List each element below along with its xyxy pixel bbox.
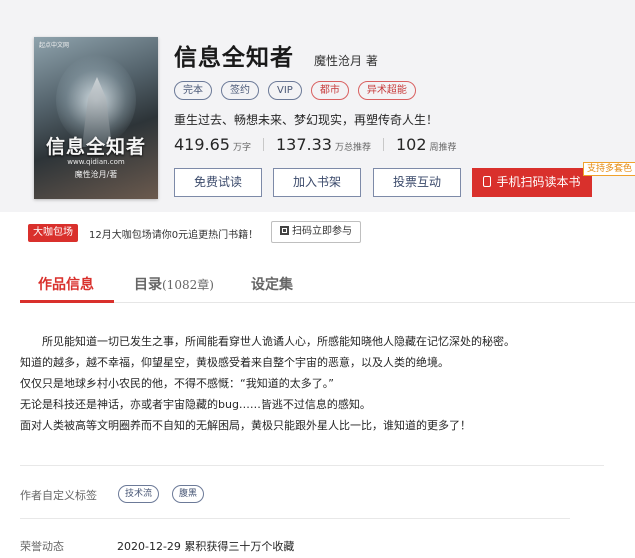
stat-unit: 周推荐 xyxy=(429,143,457,153)
book-author[interactable]: 魔性沧月 著 xyxy=(314,52,378,69)
tag-category[interactable]: 都市 xyxy=(310,81,349,100)
tab-book-info[interactable]: 作品信息 xyxy=(38,274,94,294)
promo-badge: 大咖包场 xyxy=(28,224,78,242)
stat-week-recommend: 102 周推荐 xyxy=(396,135,457,154)
stat-unit: 万总推荐 xyxy=(334,143,371,153)
phone-icon xyxy=(483,176,492,187)
stat-word-count: 419.65 万字 xyxy=(174,135,251,154)
book-description: 所见能知道一切已发生之事，所闻能看穿世人诡谲人心，所感能知晓他人隐藏在记忆深处的… xyxy=(20,331,515,436)
book-stats: 419.65 万字 137.33 万总推荐 102 周推荐 xyxy=(174,135,457,154)
book-tags: 完本 签约 VIP 都市 异术超能 xyxy=(174,81,416,100)
description-line: 所见能知道一切已发生之事，所闻能看穿世人诡谲人心，所感能知晓他人隐藏在记忆深处的… xyxy=(42,335,515,348)
stat-unit: 万字 xyxy=(232,143,251,153)
cover-author: 魔性沧月/著 xyxy=(74,170,118,179)
multi-color-badge: 支持多套色 xyxy=(583,162,635,176)
book-cover[interactable]: 起点中文网 信息全知者 www.qidian.com 魔性沧月/著 xyxy=(34,37,158,199)
phone-read-button[interactable]: 手机扫码读本书 xyxy=(472,168,592,197)
tab-catalog[interactable]: 目录(1082章) xyxy=(134,274,214,294)
detail-tabs: 作品信息 目录(1082章) 设定集 xyxy=(20,262,635,303)
tag-vip[interactable]: VIP xyxy=(268,81,302,100)
active-tab-underline xyxy=(20,300,114,303)
stat-separator xyxy=(263,138,264,151)
vote-button[interactable]: 投票互动 xyxy=(373,168,461,197)
stat-value: 137.33 xyxy=(276,135,332,154)
cover-url: www.qidian.com xyxy=(67,158,125,166)
qr-code-icon xyxy=(280,226,289,235)
stat-total-recommend: 137.33 万总推荐 xyxy=(276,135,371,154)
description-line: 无论是科技还是神话，亦或者宇宙隐藏的bug……皆逃不过信息的感知。 xyxy=(20,398,371,411)
custom-tag[interactable]: 技术流 xyxy=(118,485,160,503)
stat-value: 102 xyxy=(396,135,427,154)
cover-title: 信息全知者 xyxy=(45,136,146,158)
stat-separator xyxy=(383,138,384,151)
description-line: 知道的越多，越不幸福，仰望星空，黄极感受着来自整个宇宙的恶意，以及人类的绝境。 xyxy=(20,356,449,369)
tab-label: 设定集 xyxy=(251,277,293,293)
tab-count: (1082章) xyxy=(162,278,214,292)
tag-subcategory[interactable]: 异术超能 xyxy=(357,81,416,100)
honor-entry: 2020-12-29 累积获得三十万个收藏 xyxy=(117,540,295,553)
honor-label: 荣誉动态 xyxy=(20,540,64,553)
scan-join-button[interactable]: 扫码立即参与 xyxy=(271,221,361,243)
tab-settings-collection[interactable]: 设定集 xyxy=(251,274,293,294)
tag-signed[interactable]: 签约 xyxy=(221,81,259,100)
phone-read-label: 手机扫码读本书 xyxy=(496,175,581,189)
cover-publisher: 起点中文网 xyxy=(39,42,70,49)
book-title: 信息全知者 xyxy=(174,45,294,71)
tab-label: 目录 xyxy=(134,277,162,293)
free-read-button[interactable]: 免费试读 xyxy=(174,168,262,197)
section-divider xyxy=(20,465,604,466)
custom-tags-label: 作者自定义标签 xyxy=(20,489,97,502)
description-line: 仅仅只是地球乡村小农民的他，不得不感慨：“我知道的太多了。” xyxy=(20,377,334,390)
stat-value: 419.65 xyxy=(174,135,230,154)
tab-label: 作品信息 xyxy=(38,277,94,293)
description-line: 面对人类被高等文明圈养而不自知的无解困局，黄极只能跟外星人比一比，谁知道的更多了… xyxy=(20,419,471,432)
promo-text: 12月大咖包场请你0元追更热门书籍！ xyxy=(89,229,259,241)
section-divider xyxy=(20,518,570,519)
scan-join-label: 扫码立即参与 xyxy=(292,226,352,237)
book-intro: 重生过去、畅想未来、梦幻现实，再塑传奇人生！ xyxy=(174,113,439,127)
custom-tag[interactable]: 腹黑 xyxy=(172,485,205,503)
promo-bar: 大咖包场 12月大咖包场请你0元追更热门书籍！ xyxy=(28,224,258,242)
tag-status[interactable]: 完本 xyxy=(174,81,212,100)
add-shelf-button[interactable]: 加入书架 xyxy=(273,168,361,197)
